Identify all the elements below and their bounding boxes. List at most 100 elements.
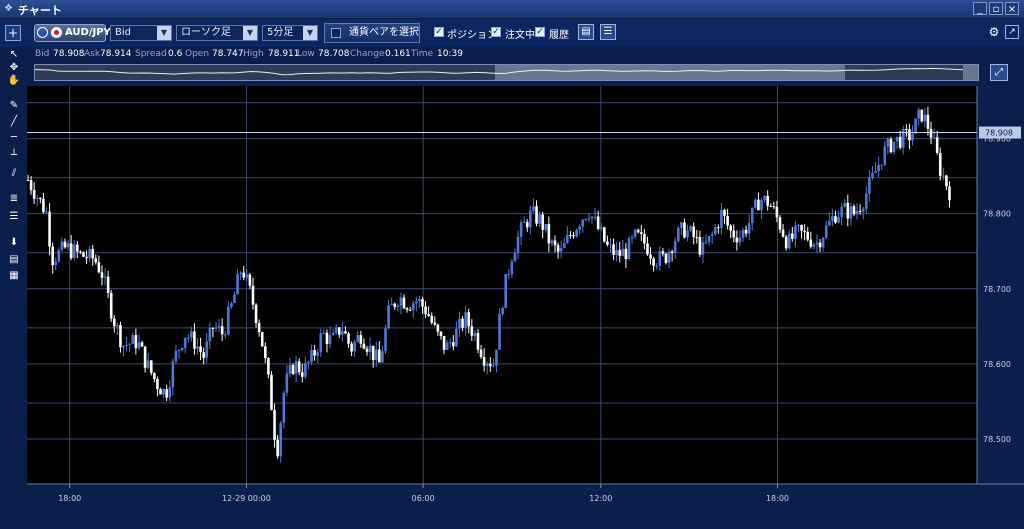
candle-body — [547, 224, 551, 244]
candle-body — [48, 211, 51, 247]
candle-body — [618, 249, 622, 256]
candle-body — [824, 225, 828, 238]
candle-body — [470, 326, 474, 336]
candle-body — [772, 206, 776, 208]
chart-type-select[interactable]: ローソク足 ▼ — [176, 25, 258, 41]
candle-body — [883, 146, 887, 165]
candle-body — [861, 208, 865, 212]
candle-body — [821, 237, 825, 248]
candle-body — [415, 301, 418, 304]
candle-body — [177, 350, 181, 352]
candle-body — [45, 211, 48, 213]
candle-body — [334, 327, 338, 333]
candle-body — [297, 361, 301, 373]
candle-body — [399, 297, 403, 306]
vertical-line-icon[interactable]: ┴ — [7, 149, 21, 163]
price-type-value: Bid — [115, 27, 131, 38]
close-button[interactable]: × — [1005, 2, 1019, 15]
candle-body — [488, 363, 492, 367]
channel-icon[interactable]: ⫽ — [7, 167, 21, 181]
minimize-button[interactable]: _ — [973, 2, 987, 15]
candle-body — [590, 216, 594, 219]
candle-body — [476, 333, 480, 350]
candle-body — [69, 243, 73, 259]
candle-body — [29, 180, 33, 191]
history-checkbox[interactable]: ✓ — [535, 27, 545, 37]
candle-body — [26, 179, 30, 181]
add-chart-button[interactable]: + — [5, 25, 21, 41]
candle-body — [85, 256, 88, 259]
candle-body — [214, 327, 218, 329]
calendar-icon[interactable]: ▦ — [7, 269, 21, 283]
candle-body — [455, 328, 458, 347]
candle-body — [794, 225, 797, 240]
horizontal-line-icon[interactable]: ─ — [7, 131, 21, 145]
cursor-icon[interactable]: ↖ — [7, 48, 21, 62]
candle-body — [612, 244, 615, 255]
candle-body — [485, 363, 489, 366]
candle-body — [442, 336, 446, 350]
candle-body — [236, 274, 239, 295]
candle-body — [532, 206, 535, 211]
candle-body — [501, 308, 504, 314]
price-type-select[interactable]: Bid ▼ — [110, 25, 172, 41]
candle-body — [852, 206, 856, 215]
chart-settings-icon[interactable]: ▤ — [578, 24, 594, 40]
chart-list-icon[interactable]: ☰ — [600, 24, 616, 40]
candle-body — [405, 308, 409, 310]
restore-button[interactable]: ▫ — [989, 2, 1003, 15]
hand-icon[interactable]: ✋ — [7, 74, 21, 88]
candle-body — [640, 232, 643, 234]
indicator-panel-icon[interactable]: ▤ — [7, 253, 21, 267]
candle-body — [106, 276, 110, 293]
quote-label-low: Low — [297, 49, 315, 59]
trendline-icon[interactable]: ╱ — [7, 115, 21, 129]
candle-body — [337, 327, 341, 335]
candle-body — [146, 360, 150, 368]
zoom-fit-icon[interactable]: ⤢ — [990, 64, 1008, 81]
candle-body — [72, 244, 76, 259]
orders-checkbox[interactable]: ✓ — [491, 27, 501, 37]
quote-value-low: 78.708 — [318, 49, 350, 59]
candle-body — [569, 235, 572, 237]
candle-body — [452, 342, 455, 347]
position-checkbox[interactable]: ✓ — [434, 27, 444, 37]
candle-body — [498, 313, 501, 350]
time-navigator[interactable] — [34, 64, 979, 81]
candle-body — [162, 389, 165, 395]
candle-body — [304, 362, 307, 377]
candle-body — [371, 345, 375, 361]
candle-body — [923, 114, 927, 122]
timeframe-select[interactable]: 5分足 ▼ — [262, 25, 318, 41]
candle-body — [572, 235, 575, 237]
candle-body — [917, 109, 920, 119]
download-icon[interactable]: ⬇ — [7, 236, 21, 250]
candle-body — [368, 345, 372, 352]
candle-body — [775, 206, 779, 218]
candle-body — [935, 137, 939, 153]
candle-body — [726, 216, 729, 226]
price-chart[interactable]: 78.500 78.600 78.700 78.800 78.900 18:00 12-29… — [26, 86, 1024, 526]
candle-body — [658, 251, 662, 266]
candle-body — [905, 129, 908, 131]
select-pair-checkbox[interactable] — [331, 28, 341, 38]
crosshair-icon[interactable]: ✥ — [7, 61, 21, 75]
popout-icon[interactable]: ↗ — [1005, 25, 1019, 39]
candle-body — [516, 236, 520, 254]
fibonacci-icon[interactable]: ≣ — [7, 192, 21, 206]
candle-body — [791, 233, 794, 240]
candle-body — [846, 202, 850, 219]
candle-body — [784, 236, 788, 249]
candle-body — [938, 152, 942, 176]
gear-icon[interactable]: ⚙ — [987, 25, 1001, 39]
navigator-window[interactable] — [495, 65, 845, 80]
draw-pen-icon[interactable]: ✎ — [7, 99, 21, 113]
y-tick-label: 78.500 — [983, 435, 1011, 444]
candle-body — [538, 214, 541, 224]
candle-body — [378, 349, 381, 363]
select-pair-button[interactable]: 通貨ペアを選択 — [324, 23, 420, 43]
candle-body — [149, 360, 153, 373]
candle-body — [707, 235, 711, 243]
candle-body — [818, 242, 822, 248]
levels-icon[interactable]: ☰ — [7, 210, 21, 224]
